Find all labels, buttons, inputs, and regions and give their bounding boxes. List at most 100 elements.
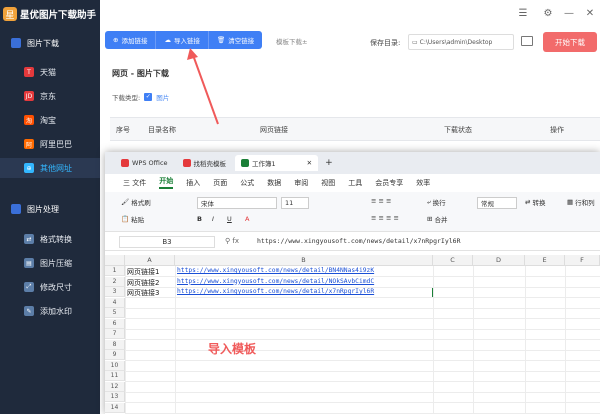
import-link-button[interactable]: ☁ 导入链接 — [156, 31, 209, 49]
tab-wps-office[interactable]: WPS Office — [115, 155, 174, 171]
add-link-button[interactable]: ⊕ 添加链接 — [105, 31, 157, 49]
corner-cell[interactable] — [105, 255, 125, 266]
fx-icon[interactable]: ⚲ fx — [225, 237, 239, 245]
sidebar-item-download-3[interactable]: 阿阿里巴巴 — [0, 134, 100, 154]
wrap-button[interactable]: ⤶ 换行 — [427, 197, 446, 208]
sidebar-item-label: 修改尺寸 — [40, 282, 72, 292]
sheet-grid[interactable]: A B C D E F 1 网页链接1 https://www.xingyousof… — [105, 255, 600, 414]
col-header-b[interactable]: B — [175, 255, 433, 266]
paste-button[interactable]: 📋 粘贴 — [121, 214, 144, 224]
col-header-f[interactable]: F — [565, 255, 600, 266]
settings-icon[interactable]: ⚙ — [541, 8, 555, 19]
sidebar-item-process-2[interactable]: ⤢ 修改尺寸 — [0, 277, 100, 297]
sidebar-item-process-1[interactable]: ▤ 图片压缩 — [0, 253, 100, 273]
tab-close-icon[interactable]: ✕ — [307, 159, 312, 167]
col-header-a[interactable]: A — [125, 255, 175, 266]
excel-menu-item[interactable]: 公式 — [240, 178, 254, 188]
tab-template[interactable]: 找稻壳模板 — [177, 155, 233, 171]
row-header[interactable]: 14 — [105, 402, 125, 413]
tab-workbook[interactable]: 工作簿1 ✕ — [235, 155, 319, 171]
row-header[interactable]: 3 — [105, 287, 125, 297]
sidebar-item-download-2[interactable]: 淘淘宝 — [0, 110, 100, 130]
excel-menu-item[interactable]: 页面 — [213, 178, 227, 188]
template-download-link[interactable]: 模板下载± — [276, 36, 307, 46]
row-header[interactable]: 7 — [105, 329, 125, 339]
browse-folder-icon[interactable] — [521, 36, 533, 46]
sidebar-item-label: 图片压缩 — [40, 258, 72, 268]
font-size-select[interactable]: 11 — [281, 197, 309, 209]
brush-icon: 🖌 — [121, 198, 130, 206]
excel-menu-item[interactable]: 会员专享 — [375, 178, 403, 188]
sidebar-item-icon: ▤ — [24, 258, 34, 268]
formula-input[interactable]: https://www.xingyousoft.com/news/detail/… — [257, 237, 461, 245]
row-header[interactable]: 6 — [105, 318, 125, 329]
row-header[interactable]: 13 — [105, 392, 125, 402]
download-section-icon — [11, 38, 21, 48]
new-tab-icon[interactable]: + — [325, 158, 333, 168]
grid-line — [125, 318, 600, 319]
col-header-d[interactable]: D — [473, 255, 525, 266]
excel-menu-item[interactable]: 开始 — [159, 176, 174, 189]
cell-a[interactable]: 网页链接2 — [127, 278, 159, 288]
minimize-icon[interactable]: — — [562, 8, 576, 19]
cell-b-link[interactable]: https://www.xingyousoft.com/news/detail/… — [177, 267, 374, 274]
cell-b-link[interactable]: https://www.xingyousoft.com/news/detail/… — [177, 288, 374, 295]
close-icon[interactable]: ✕ — [583, 8, 597, 19]
sidebar-section-download[interactable]: 图片下载 — [0, 32, 100, 54]
align-buttons-2[interactable]: ≡ ≡ ≡ ≡ — [371, 214, 399, 222]
sidebar-item-icon: ⊕ — [24, 163, 34, 173]
row-header[interactable]: 10 — [105, 360, 125, 371]
sidebar-section-process[interactable]: 图片处理 — [0, 198, 100, 220]
start-download-button[interactable]: 开始下载 — [543, 32, 597, 52]
format-painter-button[interactable]: 🖌 格式刷 — [121, 197, 151, 207]
excel-menu-item[interactable]: 视图 — [321, 178, 335, 188]
excel-menu-item[interactable]: 工具 — [348, 178, 362, 188]
sidebar-item-download-0[interactable]: T 天猫 — [0, 62, 100, 82]
row-header[interactable]: 1 — [105, 266, 125, 276]
menu-icon[interactable]: ☰ — [516, 8, 530, 19]
bold-button[interactable]: B — [197, 215, 202, 223]
font-select[interactable]: 宋体 — [197, 197, 277, 209]
wrap-icon: ⤶ — [427, 197, 431, 206]
row-header[interactable]: 12 — [105, 381, 125, 392]
convert-button[interactable]: ⇄ 转换 — [525, 197, 545, 207]
save-path-input[interactable]: ▭ C:\Users\admin\Desktop — [408, 34, 514, 50]
app-brand: 星 星优图片下载助手 — [0, 0, 100, 28]
cell-a[interactable]: 网页链接1 — [127, 267, 159, 277]
excel-menu-item[interactable]: 三 文件 — [123, 178, 146, 188]
grid-line — [125, 339, 600, 340]
row-header[interactable]: 4 — [105, 297, 125, 308]
sidebar-item-process-3[interactable]: ✎ 添加水印 — [0, 301, 100, 321]
excel-menu-item[interactable]: 插入 — [186, 178, 200, 188]
cell-a[interactable]: 网页链接3 — [127, 288, 159, 298]
underline-button[interactable]: U — [227, 215, 232, 223]
cell-b-link[interactable]: https://www.xingyousoft.com/news/detail/… — [177, 278, 374, 285]
clear-link-button[interactable]: 🗑 清空链接 — [208, 31, 263, 49]
number-format-select[interactable]: 常规 — [477, 197, 517, 209]
row-header[interactable]: 8 — [105, 339, 125, 350]
sidebar-item-download-1[interactable]: JD 京东 — [0, 86, 100, 106]
row-header[interactable]: 5 — [105, 308, 125, 318]
merge-button[interactable]: ⊞ 合并 — [427, 214, 447, 224]
col-header-c[interactable]: C — [433, 255, 473, 266]
row-header[interactable]: 11 — [105, 371, 125, 381]
spreadsheet-window: WPS Office 找稻壳模板 工作簿1 ✕ + 三 文件 开始 插入 页面 公式 数据 审… — [105, 152, 600, 414]
image-type-checkbox[interactable]: ✓ — [144, 93, 153, 101]
excel-menu-item[interactable]: 效率 — [416, 178, 430, 188]
align-buttons[interactable]: ≡ ≡ ≡ — [371, 197, 391, 205]
excel-menu-item[interactable]: 审阅 — [294, 178, 308, 188]
col-header-e[interactable]: E — [525, 255, 565, 266]
sidebar-item-download-4[interactable]: ⊕ 其他网址 — [0, 158, 100, 178]
row-header[interactable]: 2 — [105, 276, 125, 287]
italic-button[interactable]: I — [212, 215, 214, 223]
download-type: 下载类型: ✓ 图片 — [112, 93, 170, 102]
grid-line — [125, 349, 600, 351]
excel-menu-item[interactable]: 数据 — [267, 178, 281, 188]
sheet-icon — [241, 159, 250, 167]
sidebar-item-process-0[interactable]: ⇄ 格式转换 — [0, 229, 100, 249]
cell-reference[interactable]: B3 — [119, 236, 215, 248]
row-header[interactable]: 9 — [105, 350, 125, 360]
annotation-text: 导入模板 — [208, 342, 257, 356]
font-color-button[interactable]: A — [245, 215, 249, 223]
rowcol-button[interactable]: ▦ 行和列 — [567, 197, 595, 207]
